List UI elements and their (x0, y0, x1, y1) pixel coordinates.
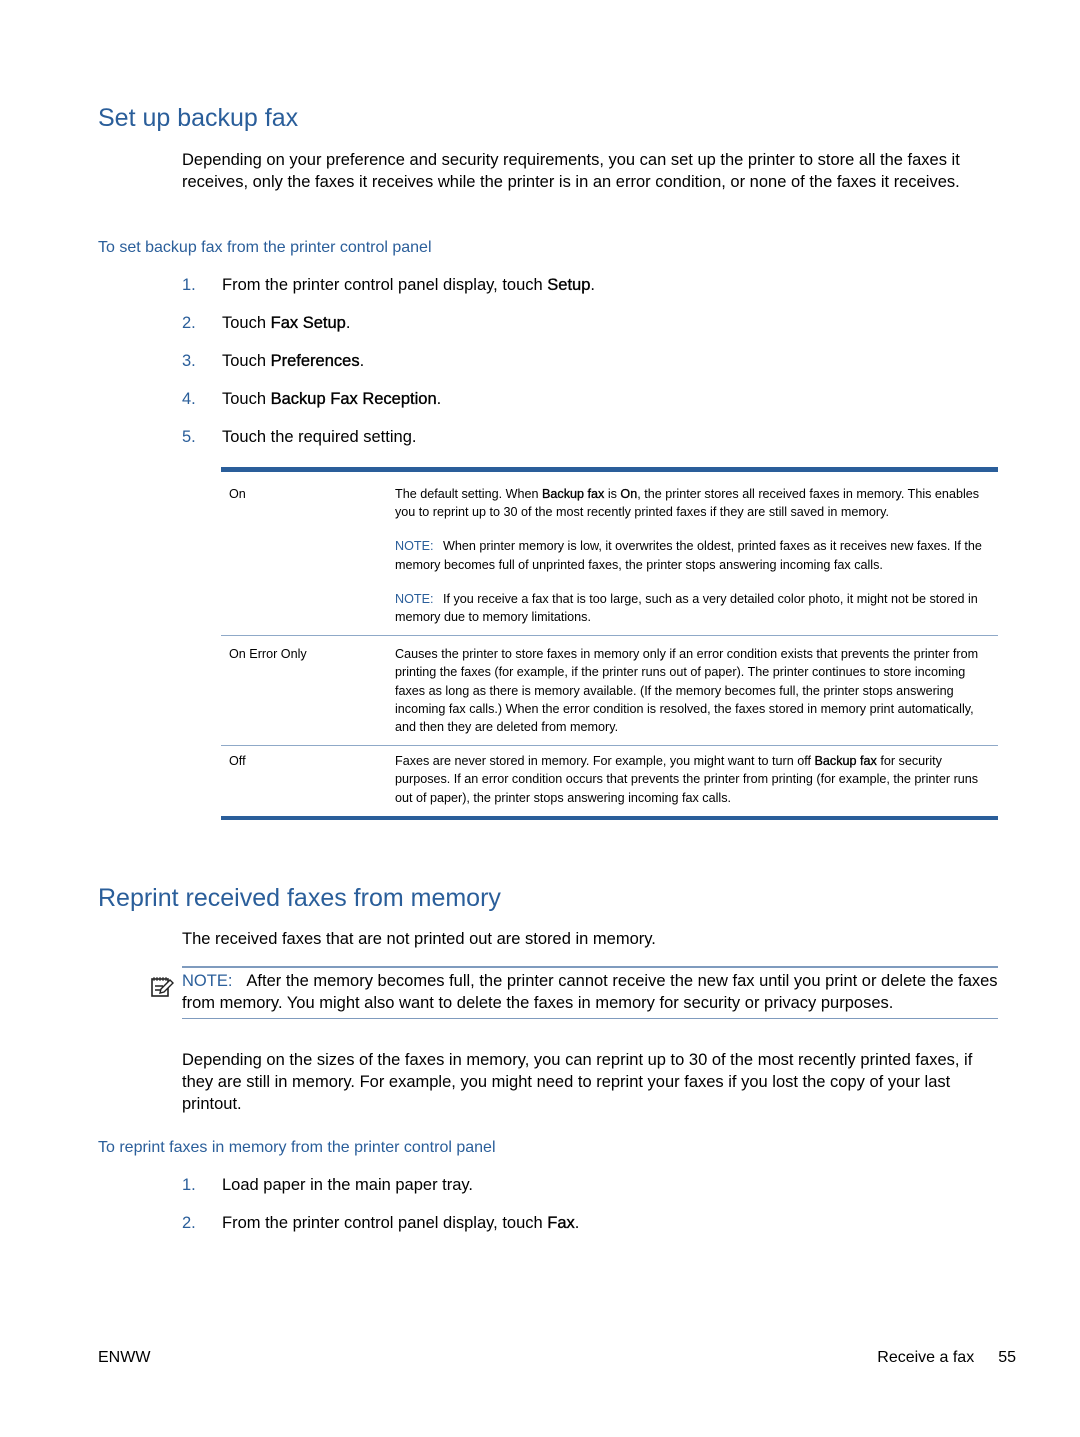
table-row-on: On The default setting. When Backup fax … (221, 472, 998, 635)
note-label: NOTE: (395, 591, 434, 606)
table-note: NOTE: When printer memory is low, it ove… (395, 537, 988, 573)
note-text: When printer memory is low, it overwrite… (395, 539, 982, 572)
step-text: Touch (222, 390, 271, 408)
step-number: 4. (182, 390, 196, 408)
step-ui-term: Backup Fax Reception (270, 390, 437, 408)
step-punct: . (574, 1214, 580, 1232)
step-ui-term: Fax (547, 1214, 575, 1232)
desc-ui-term: On (620, 487, 638, 501)
step-2: 2. Touch Fax Setup. (182, 312, 350, 334)
step-1: 1. From the printer control panel displa… (182, 274, 595, 296)
note-label: NOTE: (395, 539, 434, 554)
backup-fax-intro: Depending on your preference and securit… (182, 151, 960, 191)
step-text: Touch (222, 352, 271, 370)
step-number: 2. (182, 1214, 196, 1232)
table-note: NOTE: If you receive a fax that is too l… (395, 590, 988, 626)
step-ui-term: Preferences (270, 352, 360, 370)
step-3: 3. Touch Preferences. (182, 350, 364, 372)
section-title-backup-fax: Set up backup fax (98, 104, 299, 132)
step-text: Touch (222, 314, 271, 332)
note-text: If you receive a fax that is too large, … (395, 591, 978, 625)
reprint-paragraph: Depending on the sizes of the faxes in m… (182, 1051, 973, 1113)
table-row-on-error-only: On Error Only Causes the printer to stor… (221, 635, 998, 745)
desc-text: is (604, 487, 621, 501)
step-number: 5. (182, 428, 196, 446)
desc-ui-term: Backup fax (542, 487, 605, 501)
step-punct: . (590, 276, 595, 294)
setting-name: On Error Only (229, 647, 307, 662)
step-text: Touch the required setting. (222, 428, 417, 446)
step-text: From the printer control panel display, … (222, 276, 548, 294)
step-5: 5. Touch the required setting. (182, 426, 416, 448)
section-title-reprint: Reprint received faxes from memory (98, 884, 501, 912)
note-text: After the memory becomes full, the print… (182, 971, 998, 1012)
step-number: 1. (182, 1176, 196, 1194)
memory-note: NOTE: After the memory becomes full, the … (150, 966, 998, 1019)
table-row-off: Off Faxes are never stored in memory. Fo… (221, 745, 998, 816)
desc-text: Faxes are never stored in memory. For ex… (395, 754, 815, 769)
footer-locale: ENWW (98, 1349, 151, 1366)
backup-fax-settings-table: On The default setting. When Backup fax … (221, 467, 998, 820)
footer-page-info: Receive a fax 55 (877, 1349, 1016, 1367)
step-2: 2. From the printer control panel displa… (182, 1212, 579, 1234)
step-punct: . (359, 352, 365, 370)
step-text: From the printer control panel display, … (222, 1214, 548, 1232)
setting-description: Faxes are never stored in memory. For ex… (395, 752, 998, 807)
desc-text: The default setting. When (395, 487, 543, 501)
desc-ui-term: Backup fax (814, 754, 877, 769)
step-number: 2. (182, 314, 196, 332)
procedure-title-backup-fax: To set backup fax from the printer contr… (98, 239, 432, 256)
table-bottom-rule (221, 815, 998, 820)
page-number: 55 (998, 1349, 1016, 1366)
footer-section: Receive a fax (877, 1349, 975, 1366)
step-text: Load paper in the main paper tray. (222, 1176, 474, 1194)
step-ui-term: Fax Setup (270, 314, 346, 332)
setting-description: The default setting. When Backup fax is … (395, 485, 998, 626)
step-punct: . (436, 390, 442, 408)
step-number: 1. (182, 276, 196, 294)
step-4: 4. Touch Backup Fax Reception. (182, 388, 441, 410)
procedure-title-reprint: To reprint faxes in memory from the prin… (98, 1139, 496, 1156)
setting-name: On (229, 487, 246, 501)
step-number: 3. (182, 352, 196, 370)
note-bottom-rule (182, 1017, 998, 1019)
setting-description: Causes the printer to store faxes in mem… (395, 647, 979, 735)
step-ui-term: Setup (547, 276, 591, 294)
setting-name: Off (229, 754, 246, 769)
reprint-intro: The received faxes that are not printed … (182, 930, 656, 948)
step-punct: . (345, 314, 351, 332)
note-label: NOTE: (182, 971, 233, 990)
step-1: 1. Load paper in the main paper tray. (182, 1174, 473, 1196)
note-pad-icon (150, 968, 182, 1018)
